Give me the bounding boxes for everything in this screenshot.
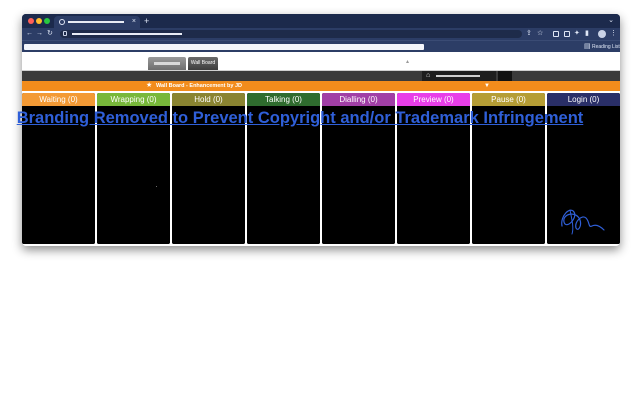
sidebar-icon[interactable]: ▮ (585, 28, 589, 40)
url-text-redacted (72, 33, 182, 35)
page-title: Wall Board - Enhancement by JD (156, 83, 242, 89)
maximize-window-button[interactable] (44, 18, 50, 24)
address-bar[interactable] (60, 30, 522, 38)
profile-avatar[interactable] (598, 30, 606, 38)
tab-strip: × + ⌄ (22, 14, 620, 28)
filter-icon[interactable]: ▼ (484, 81, 490, 91)
app-tab-bar: Wall Board ▴ (22, 52, 620, 71)
tab-search-icon[interactable]: ⌄ (608, 15, 614, 27)
share-icon[interactable]: ⇪ (526, 28, 532, 40)
home-link[interactable]: ⌂ (422, 71, 496, 81)
star-icon: ★ (146, 82, 153, 89)
home-text-redacted (436, 75, 480, 77)
tab-close-icon[interactable]: × (132, 17, 136, 27)
signature-mark (561, 209, 605, 235)
menu-icon[interactable]: ⋮ (610, 28, 617, 40)
column-header[interactable]: Preview (0) (397, 93, 470, 106)
column-header[interactable]: Talking (0) (247, 93, 320, 106)
app-tab-redacted[interactable] (148, 57, 186, 70)
column-header[interactable]: Dialling (0) (322, 93, 395, 106)
tab-title-redacted (68, 21, 124, 23)
column-header[interactable]: Pause (0) (472, 93, 545, 106)
branding-removed-notice: Branding Removed to Prevent Copyright an… (16, 109, 584, 127)
user-bar: ⌂ (22, 71, 620, 81)
tab-wall-board[interactable]: Wall Board (188, 57, 218, 70)
home-icon: ⌂ (426, 72, 431, 79)
app-tab-label-redacted (154, 62, 180, 65)
column-header[interactable]: Waiting (0) (22, 93, 95, 106)
forward-icon[interactable]: → (36, 28, 43, 40)
user-bar-edge (498, 71, 512, 81)
puzzle-icon[interactable]: ✦ (574, 28, 580, 40)
browser-window: × + ⌄ ← → ↻ ⇪ ☆ ✦ ▮ ⋮ ▤ Reading List Wal… (22, 14, 620, 246)
column-header[interactable]: Hold (0) (172, 93, 245, 106)
reload-icon[interactable]: ↻ (47, 28, 53, 40)
browser-tab[interactable]: × (54, 16, 140, 28)
favicon-icon (59, 19, 65, 25)
bookmarks-bar: ▤ Reading List (22, 40, 620, 52)
column-header[interactable]: Login (0) (547, 93, 620, 106)
extension-icon[interactable] (553, 31, 559, 37)
stray-dot (156, 186, 157, 187)
column-header[interactable]: Wrapping (0) (97, 93, 170, 106)
bookmark-star-icon[interactable]: ☆ (537, 28, 543, 40)
bookmarks-redacted (24, 44, 424, 50)
new-tab-button[interactable]: + (144, 15, 149, 27)
drag-handle-icon[interactable]: ▴ (406, 58, 409, 66)
back-icon[interactable]: ← (26, 28, 33, 40)
close-window-button[interactable] (28, 18, 34, 24)
wallboard-header: ★ Wall Board - Enhancement by JD ▼ (22, 81, 620, 91)
lock-icon (63, 31, 67, 36)
extension-icon-2[interactable] (564, 31, 570, 37)
web-page: Wall Board ▴ ⌂ ★ Wall Board - Enhancemen… (22, 52, 620, 246)
browser-toolbar: ← → ↻ ⇪ ☆ ✦ ▮ ⋮ (22, 28, 620, 40)
minimize-window-button[interactable] (36, 18, 42, 24)
